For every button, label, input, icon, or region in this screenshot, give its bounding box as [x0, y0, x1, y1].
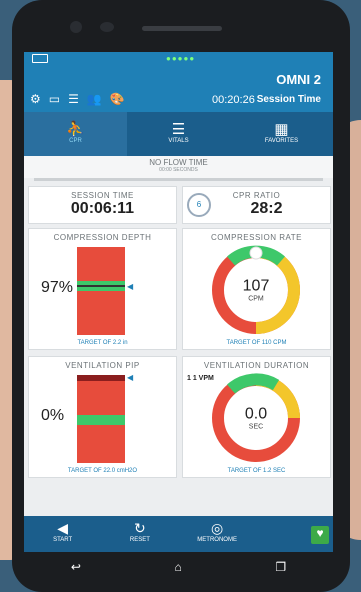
rate-gauge-label: 107 CPM: [243, 278, 270, 303]
speaker-grille: [142, 26, 222, 31]
duration-gauge-label: 0.0 SEC: [245, 406, 267, 431]
no-flow-sub: 00:00 SECONDS: [159, 167, 198, 173]
tab-bar: ⛹ CPR ☰ VITALS ▦ FAVORITES: [24, 112, 333, 156]
depth-value: 97%: [41, 279, 74, 296]
compression-rate-label: COMPRESSION RATE: [211, 233, 302, 242]
vpm-badge: 1 1 VPM: [187, 375, 214, 382]
rate-unit: CPM: [248, 295, 264, 303]
metronome-icon: ◎: [211, 520, 224, 536]
depth-level-line: [77, 285, 125, 287]
metronome-label: METRONOME: [197, 537, 237, 543]
home-icon[interactable]: ⌂: [175, 560, 182, 574]
depth-target: TARGET OF 2.2 in: [77, 340, 128, 346]
pip-target-band: [77, 415, 125, 425]
ventilation-pip-card: VENTILATION PIP ◀ 0% TARGET OF 22.0 cmH2…: [28, 356, 177, 478]
session-card-label: SESSION TIME: [71, 191, 134, 200]
pip-target: TARGET OF 22.0 cmH2O: [67, 468, 138, 474]
tab-favorites[interactable]: ▦ FAVORITES: [230, 112, 333, 156]
ventilation-pip-label: VENTILATION PIP: [65, 361, 140, 370]
monitor-icon[interactable]: ▭: [49, 92, 60, 106]
duration-unit: SEC: [248, 423, 264, 431]
app-title: OMNI 2: [276, 72, 321, 87]
compression-depth-card: COMPRESSION DEPTH ◀ 97% TARGET OF 2.2 in: [28, 228, 177, 350]
rate-target: TARGET OF 110 CPM: [226, 340, 287, 346]
reset-icon: ↻: [134, 520, 146, 536]
camera-icon: [70, 21, 82, 33]
depth-bar: [77, 247, 125, 335]
cpr-ratio-value: 28:2: [250, 200, 283, 217]
palette-icon[interactable]: 🎨: [110, 92, 125, 106]
battery-icon: [32, 54, 48, 63]
reset-label: RESET: [129, 537, 150, 543]
system-nav-bar: ↩ ⌂ ❐: [24, 552, 333, 582]
pip-value: 0%: [41, 407, 65, 424]
app-header: ⚙ ▭ ☰ 👥 🎨 OMNI 2 00:20:26 Session Time: [24, 64, 333, 112]
start-button[interactable]: ◀ START: [24, 516, 101, 552]
play-icon: ◀: [57, 520, 69, 536]
back-icon[interactable]: ↩: [71, 560, 81, 574]
tab-cpr[interactable]: ⛹ CPR: [24, 112, 127, 156]
start-label: START: [53, 537, 73, 543]
pip-cap: [77, 375, 125, 381]
pip-pointer-icon: ◀: [127, 373, 134, 382]
status-bar: ●●●●●: [24, 52, 333, 64]
sensor-icon: [100, 22, 114, 32]
session-card-value: 00:06:11: [70, 200, 135, 217]
depth-pointer-icon: ◀: [127, 282, 134, 291]
sliders-icon: ☰: [171, 121, 186, 138]
session-time-card: SESSION TIME 00:06:11: [28, 186, 177, 224]
no-flow-banner: NO FLOW TIME 00:00 SECONDS: [24, 156, 333, 178]
duration-gauge: 0.0 SEC: [211, 373, 301, 463]
refresh-cycle-icon: 6: [187, 193, 211, 217]
compression-rate-card: COMPRESSION RATE 107 CPM TARGET OF 110 C…: [182, 228, 331, 350]
reset-button[interactable]: ↻ RESET: [101, 516, 178, 552]
aed-heart-icon[interactable]: ♥: [311, 526, 329, 544]
cpr-ratio-card: CPR RATIO 28:2 6: [182, 186, 331, 224]
ventilation-duration-label: VENTILATION DURATION: [203, 361, 310, 370]
grid-icon: ▦: [274, 121, 289, 138]
notes-icon[interactable]: ☰: [68, 92, 79, 106]
users-icon[interactable]: 👥: [87, 92, 102, 106]
tab-vitals[interactable]: ☰ VITALS: [127, 112, 230, 156]
metronome-button[interactable]: ◎ METRONOME: [179, 516, 256, 552]
no-flow-progress: [34, 178, 323, 181]
rate-gauge: 107 CPM: [211, 245, 301, 335]
settings-gear-icon[interactable]: ⚙: [30, 92, 41, 106]
tab-label: FAVORITES: [264, 138, 299, 144]
ventilation-duration-card: VENTILATION DURATION 0.0 SEC 1 1 VPM TAR…: [182, 356, 331, 478]
bottom-nav: ◀ START ↻ RESET ◎ METRONOME: [24, 516, 333, 552]
cpr-icon: ⛹: [66, 121, 85, 138]
tab-label: VITALS: [168, 138, 189, 144]
app-screen: ●●●●● ⚙ ▭ ☰ 👥 🎨 OMNI 2 00:20:26 Session …: [24, 52, 333, 552]
recents-icon[interactable]: ❐: [275, 560, 286, 574]
session-time-label: Session Time: [256, 94, 321, 105]
duration-value: 0.0: [244, 405, 268, 423]
pip-bar: [77, 375, 125, 463]
header-icon-row: ⚙ ▭ ☰ 👥 🎨: [30, 92, 125, 106]
no-flow-label: NO FLOW TIME: [149, 158, 208, 167]
tab-label: CPR: [69, 138, 82, 144]
duration-target: TARGET OF 1.2 SEC: [227, 468, 286, 474]
session-time-value: 00:20:26: [212, 94, 255, 106]
signal-dots-icon: ●●●●●: [166, 54, 196, 63]
compression-depth-label: COMPRESSION DEPTH: [53, 233, 152, 242]
rate-value: 107: [242, 277, 270, 295]
